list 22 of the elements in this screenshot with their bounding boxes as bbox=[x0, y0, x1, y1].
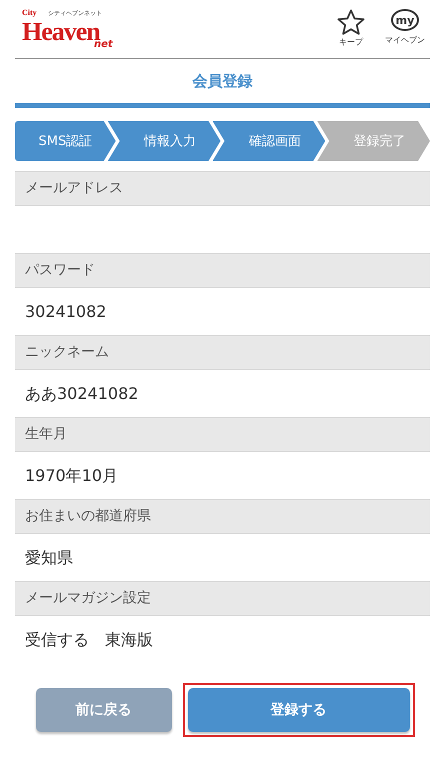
progress-step: 確認画面 bbox=[212, 121, 326, 161]
field-label: メールマガジン設定 bbox=[15, 581, 430, 616]
field-value: ああ30241082 bbox=[24, 383, 140, 405]
star-icon[interactable] bbox=[337, 9, 365, 35]
progress-step: 登録完了 bbox=[317, 121, 430, 161]
field-label: お住まいの都道府県 bbox=[15, 499, 430, 534]
field-value: 愛知県 bbox=[24, 547, 74, 569]
progress-step: SMS認証 bbox=[15, 121, 116, 161]
field-label: ニックネーム bbox=[15, 335, 430, 370]
logo-sub-text: net bbox=[94, 39, 113, 50]
field-value: 受信する 東海版 bbox=[24, 629, 154, 651]
field-label: メールアドレス bbox=[15, 171, 430, 206]
field-label: 生年月 bbox=[15, 417, 430, 452]
progress-step: 情報入力 bbox=[108, 121, 220, 161]
field-value: 30241082 bbox=[24, 301, 108, 323]
action-label: マイヘブン bbox=[385, 34, 425, 46]
logo-small-text: City bbox=[22, 8, 37, 17]
field-value: 1970年10月 bbox=[24, 465, 120, 487]
page-title: 会員登録 bbox=[191, 71, 254, 92]
action-label: キープ bbox=[339, 36, 363, 48]
field-label: パスワード bbox=[15, 253, 430, 288]
my-bubble-icon[interactable]: my bbox=[391, 9, 419, 31]
